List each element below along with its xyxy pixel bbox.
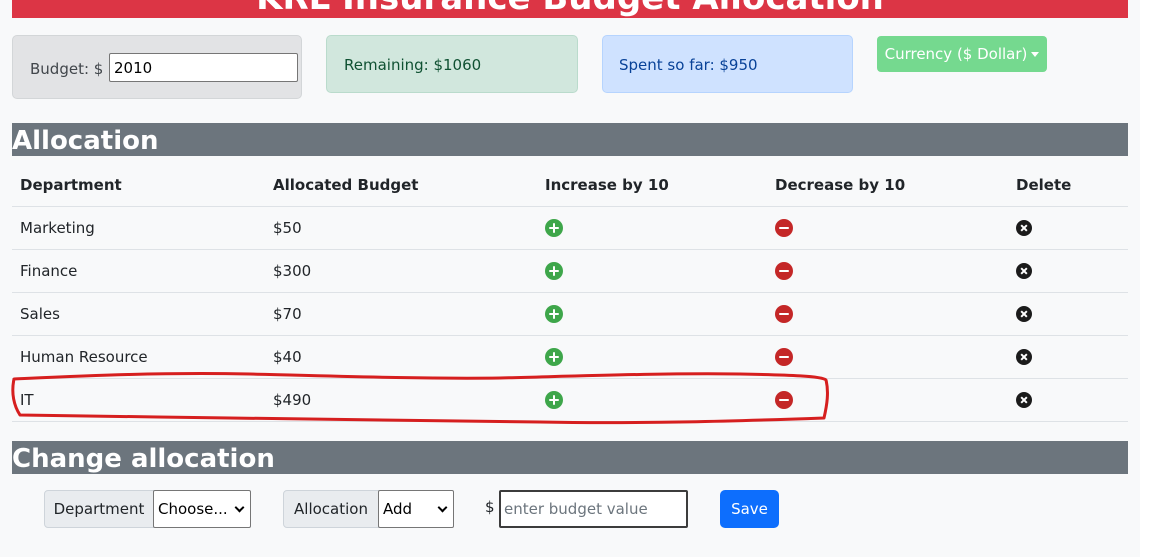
spent-card: Spent so far: $950	[602, 35, 853, 93]
decrease-cell	[767, 249, 1008, 293]
chevron-down-icon	[437, 502, 448, 513]
minus-circle-icon[interactable]	[775, 347, 793, 366]
allocation-heading-bar: Allocation	[12, 123, 1128, 156]
remaining-card: Remaining: $1060	[326, 35, 578, 93]
save-button[interactable]: Save	[720, 490, 779, 528]
budget-cell: $70	[265, 292, 537, 336]
delete-cell	[1008, 292, 1128, 336]
budget-cell: $490	[265, 378, 537, 422]
column-header-increase: Increase by 10	[537, 164, 767, 207]
change-allocation-heading: Change allocation	[12, 444, 275, 474]
plus-circle-icon[interactable]	[545, 218, 563, 237]
chevron-down-icon	[234, 502, 245, 513]
plus-circle-icon[interactable]	[545, 347, 563, 366]
currency-symbol: $	[485, 498, 495, 516]
decrease-cell	[767, 206, 1008, 250]
increase-cell	[537, 378, 767, 422]
allocation-table: Department Allocated Budget Increase by …	[12, 164, 1128, 422]
delete-cell	[1008, 335, 1128, 379]
budget-input[interactable]	[109, 53, 298, 82]
x-circle-icon[interactable]	[1016, 263, 1032, 279]
page-title-bar: KRL Insurance Budget Allocation	[12, 0, 1128, 18]
change-allocation-heading-bar: Change allocation	[12, 441, 1128, 474]
delete-cell	[1008, 378, 1128, 422]
budget-cell: $40	[265, 335, 537, 379]
table-row: Marketing $50	[12, 206, 1128, 250]
increase-cell	[537, 249, 767, 293]
department-select-value: Choose...	[158, 500, 228, 518]
budget-cell: $50	[265, 206, 537, 250]
plus-circle-icon[interactable]	[545, 390, 563, 409]
allocation-select[interactable]: Add	[378, 490, 454, 528]
department-cell: Human Resource	[12, 335, 265, 379]
budget-value-input[interactable]	[499, 490, 688, 528]
increase-cell	[537, 335, 767, 379]
budget-cell: $300	[265, 249, 537, 293]
table-row: Finance $300	[12, 249, 1128, 293]
remaining-text: Remaining: $1060	[344, 56, 482, 74]
minus-circle-icon[interactable]	[775, 304, 793, 323]
decrease-cell	[767, 292, 1008, 336]
column-header-allocated-budget: Allocated Budget	[265, 164, 537, 207]
allocation-select-value: Add	[383, 500, 413, 518]
budget-label: Budget: $	[30, 60, 104, 78]
department-label: Department	[44, 490, 154, 528]
x-circle-icon[interactable]	[1016, 392, 1032, 408]
budget-card: Budget: $	[12, 35, 302, 99]
allocation-label: Allocation	[283, 490, 379, 528]
table-row: Human Resource $40	[12, 335, 1128, 379]
increase-cell	[537, 292, 767, 336]
page: KRL Insurance Budget Allocation Budget: …	[0, 0, 1140, 557]
x-circle-icon[interactable]	[1016, 349, 1032, 365]
plus-circle-icon[interactable]	[545, 304, 563, 323]
caret-down-icon	[1031, 52, 1040, 57]
minus-circle-icon[interactable]	[775, 261, 793, 280]
department-cell: Finance	[12, 249, 265, 293]
minus-circle-icon[interactable]	[775, 218, 793, 237]
department-cell: IT	[12, 378, 265, 422]
decrease-cell	[767, 378, 1008, 422]
department-cell: Sales	[12, 292, 265, 336]
table-header-row: Department Allocated Budget Increase by …	[12, 164, 1128, 207]
decrease-cell	[767, 335, 1008, 379]
allocation-heading: Allocation	[12, 126, 159, 156]
plus-circle-icon[interactable]	[545, 261, 563, 280]
column-header-department: Department	[12, 164, 265, 207]
table-row: Sales $70	[12, 292, 1128, 336]
delete-cell	[1008, 206, 1128, 250]
minus-circle-icon[interactable]	[775, 390, 793, 409]
column-header-delete: Delete	[1008, 164, 1128, 207]
increase-cell	[537, 206, 767, 250]
currency-label: Currency ($ Dollar)	[884, 45, 1028, 63]
x-circle-icon[interactable]	[1016, 220, 1032, 236]
currency-dropdown-button[interactable]: Currency ($ Dollar)	[877, 36, 1047, 72]
column-header-decrease: Decrease by 10	[767, 164, 1008, 207]
spent-text: Spent so far: $950	[619, 56, 758, 74]
delete-cell	[1008, 249, 1128, 293]
table-row: IT $490	[12, 378, 1128, 422]
department-cell: Marketing	[12, 206, 265, 250]
page-title: KRL Insurance Budget Allocation	[256, 0, 884, 18]
department-select[interactable]: Choose...	[153, 490, 251, 528]
x-circle-icon[interactable]	[1016, 306, 1032, 322]
